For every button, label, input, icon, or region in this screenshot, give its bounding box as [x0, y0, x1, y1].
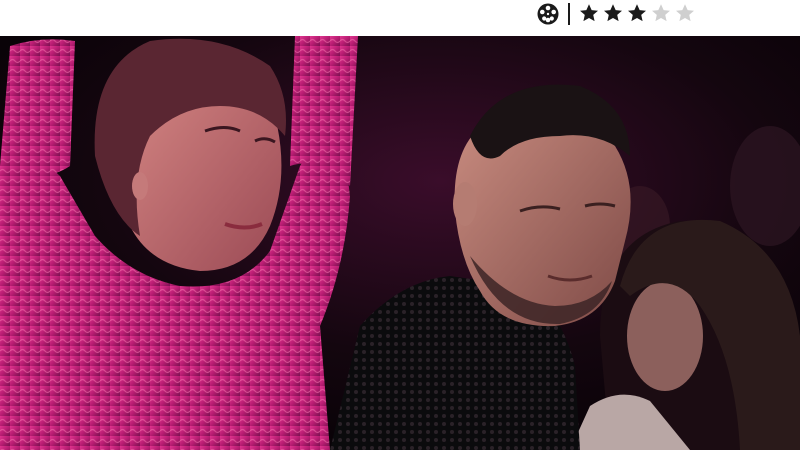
rating-bar	[0, 0, 800, 34]
star-rating	[578, 0, 696, 28]
star-filled-icon	[604, 4, 622, 22]
movie-still-image	[0, 36, 800, 450]
rating-divider	[568, 3, 570, 25]
star-empty-icon	[652, 4, 670, 22]
star-filled-icon	[628, 4, 646, 22]
star-filled-icon	[580, 4, 598, 22]
star-empty-icon	[676, 4, 694, 22]
film-reel-icon	[537, 3, 559, 25]
